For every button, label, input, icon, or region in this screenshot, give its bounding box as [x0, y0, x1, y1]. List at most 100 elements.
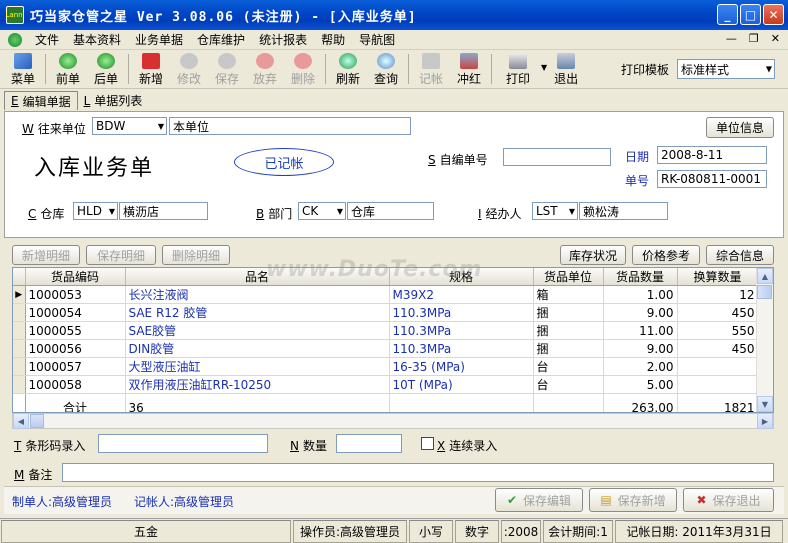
cell-code[interactable]: 1000057	[25, 357, 126, 376]
save-exit-button[interactable]: ✖ 保存退出	[683, 488, 774, 512]
menu-navigator[interactable]: 导航图	[352, 31, 402, 48]
refresh-button[interactable]: 刷新	[329, 51, 367, 87]
partner-name-field[interactable]: 本单位	[169, 117, 411, 135]
cell-qty[interactable]: 5.00	[603, 375, 678, 394]
row-indicator[interactable]	[13, 375, 26, 394]
discard-button[interactable]: 放弃	[246, 51, 284, 87]
scroll-right-icon[interactable]: ▶	[757, 413, 773, 429]
cell-spec[interactable]: 10T (MPa)	[389, 375, 534, 394]
cell-unit[interactable]: 箱	[533, 285, 604, 304]
print-button[interactable]: 打印	[495, 51, 541, 87]
cell-name[interactable]: SAE R12 胶管	[125, 303, 390, 322]
tab-document-list[interactable]: L 单据列表	[78, 91, 149, 110]
cell-spec[interactable]: 110.3MPa	[389, 339, 534, 358]
save-edit-button[interactable]: ✔ 保存编辑	[495, 488, 583, 512]
cell-spec[interactable]: 110.3MPa	[389, 303, 534, 322]
menu-business-docs[interactable]: 业务单据	[128, 31, 190, 48]
cell-name[interactable]: 双作用液压油缸RR-10250	[125, 375, 390, 394]
reverse-button[interactable]: 冲红	[450, 51, 488, 87]
hscroll-thumb[interactable]	[30, 414, 44, 428]
add-detail-button[interactable]: 新增明细	[12, 245, 80, 265]
partner-code-select[interactable]: BDW ▼	[92, 117, 167, 135]
cell-conv[interactable]: 12	[677, 285, 759, 304]
table-row[interactable]: 1000057 大型液压油缸 16-35 (MPa) 台 2.00	[13, 357, 759, 376]
row-indicator[interactable]	[13, 303, 26, 322]
grid-horizontal-scrollbar[interactable]: ◀ ▶	[12, 413, 774, 429]
query-button[interactable]: 查询	[367, 51, 405, 87]
cell-conv[interactable]	[677, 357, 759, 376]
cell-conv[interactable]: 450	[677, 303, 759, 322]
next-button[interactable]: 后单	[87, 51, 125, 87]
cell-name[interactable]: 长兴注液阀	[125, 285, 390, 304]
cell-conv[interactable]: 550	[677, 321, 759, 340]
table-row[interactable]: 1000055 SAE胶管 110.3MPa 捆 11.00 550	[13, 321, 759, 340]
cell-name[interactable]: SAE胶管	[125, 321, 390, 340]
handler-code-select[interactable]: LST ▼	[532, 202, 578, 220]
cell-unit[interactable]: 捆	[533, 339, 604, 358]
table-row[interactable]: 1000058 双作用液压油缸RR-10250 10T (MPa) 台 5.00	[13, 375, 759, 394]
cell-name[interactable]: DIN胶管	[125, 339, 390, 358]
self-no-field[interactable]	[503, 148, 611, 166]
cell-code[interactable]: 1000054	[25, 303, 126, 322]
delete-detail-button[interactable]: 删除明细	[162, 245, 230, 265]
col-header-conv[interactable]: 换算数量	[677, 268, 759, 286]
row-indicator[interactable]: ▶	[13, 285, 26, 304]
cell-unit[interactable]: 捆	[533, 303, 604, 322]
exit-button[interactable]: 退出	[547, 51, 585, 87]
save-button[interactable]: 保存	[208, 51, 246, 87]
warehouse-name-field[interactable]: 横沥店	[119, 202, 208, 220]
close-button[interactable]: ✕	[763, 4, 784, 25]
cell-qty[interactable]: 2.00	[603, 357, 678, 376]
menu-help[interactable]: 帮助	[314, 31, 352, 48]
cell-unit[interactable]: 台	[533, 375, 604, 394]
stock-status-button[interactable]: 库存状况	[560, 245, 626, 265]
col-header-qty[interactable]: 货品数量	[603, 268, 678, 286]
cell-unit[interactable]: 捆	[533, 321, 604, 340]
col-header-code[interactable]: 货品编码	[25, 268, 126, 286]
cell-qty[interactable]: 9.00	[603, 339, 678, 358]
cell-unit[interactable]: 台	[533, 357, 604, 376]
doc-no-field[interactable]: RK-080811-0001	[657, 170, 767, 188]
menu-basic-data[interactable]: 基本资料	[66, 31, 128, 48]
row-indicator[interactable]	[13, 321, 26, 340]
prev-button[interactable]: 前单	[49, 51, 87, 87]
dept-name-field[interactable]: 仓库	[347, 202, 434, 220]
warehouse-code-select[interactable]: HLD ▼	[73, 202, 118, 220]
scroll-up-icon[interactable]: ▲	[757, 268, 773, 284]
cell-code[interactable]: 1000056	[25, 339, 126, 358]
handler-name-field[interactable]: 赖松涛	[579, 202, 668, 220]
remark-input[interactable]	[62, 463, 774, 482]
menu-reports[interactable]: 统计报表	[252, 31, 314, 48]
col-header-unit[interactable]: 货品单位	[533, 268, 604, 286]
save-new-button[interactable]: ▤ 保存新增	[589, 488, 677, 512]
table-row[interactable]: 1000056 DIN胶管 110.3MPa 捆 9.00 450	[13, 339, 759, 358]
date-field[interactable]: 2008-8-11	[657, 146, 767, 164]
row-indicator[interactable]	[13, 339, 26, 358]
cell-spec[interactable]: 16-35 (MPa)	[389, 357, 534, 376]
post-button[interactable]: 记帐	[412, 51, 450, 87]
price-ref-button[interactable]: 价格参考	[632, 245, 700, 265]
mdi-minimize-icon[interactable]: —	[726, 32, 737, 45]
qty-input[interactable]	[336, 434, 402, 453]
menu-warehouse[interactable]: 仓库维护	[190, 31, 252, 48]
scroll-down-icon[interactable]: ▼	[757, 396, 773, 412]
scroll-left-icon[interactable]: ◀	[13, 413, 29, 429]
edit-button[interactable]: 修改	[170, 51, 208, 87]
cell-qty[interactable]: 1.00	[603, 285, 678, 304]
mdi-close-icon[interactable]: ✕	[771, 32, 780, 45]
menu-button[interactable]: 菜单	[4, 51, 42, 87]
cell-qty[interactable]: 11.00	[603, 321, 678, 340]
mdi-restore-icon[interactable]: ❐	[749, 32, 759, 45]
scroll-thumb[interactable]	[757, 285, 772, 299]
table-row[interactable]: ▶ 1000053 长兴注液阀 M39X2 箱 1.00 12	[13, 285, 759, 304]
cell-qty[interactable]: 9.00	[603, 303, 678, 322]
dept-code-select[interactable]: CK ▼	[298, 202, 346, 220]
minimize-button[interactable]: _	[717, 4, 738, 25]
continuous-entry-checkbox[interactable]	[421, 437, 434, 450]
menu-file[interactable]: 文件	[28, 31, 66, 48]
cell-code[interactable]: 1000053	[25, 285, 126, 304]
row-indicator[interactable]	[13, 357, 26, 376]
cell-name[interactable]: 大型液压油缸	[125, 357, 390, 376]
overall-info-button[interactable]: 综合信息	[706, 245, 774, 265]
cell-spec[interactable]: 110.3MPa	[389, 321, 534, 340]
